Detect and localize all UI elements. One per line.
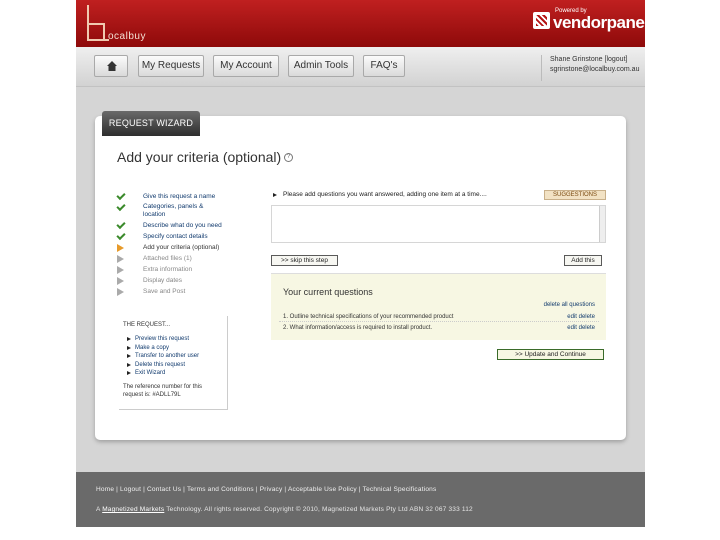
user-email: sgrinstone@localbuy.com.au [550,66,640,73]
reference-number: The reference number for this request is… [123,383,203,398]
footer-links[interactable]: Home | Logout | Contact Us | Terms and C… [96,486,436,493]
question-actions[interactable]: edit delete [567,323,595,333]
current-questions-title: Your current questions [283,287,373,297]
step-contact[interactable]: Specify contact details [115,230,227,241]
request-box: THE REQUEST... Preview this request Make… [119,316,228,410]
home-icon [107,61,117,71]
request-heading: THE REQUEST... [123,322,171,328]
logout-link[interactable]: [logout] [605,56,628,63]
footer: Home | Logout | Contact Us | Terms and C… [76,472,645,527]
check-icon [116,190,126,201]
nav-my-account[interactable]: My Account [213,55,279,77]
wizard-steps: Give this request a name Categories, pan… [115,190,227,298]
step-give-name[interactable]: Give this request a name [115,190,227,201]
localbuy-logo-icon[interactable] [87,5,109,41]
question-text: 1. Outline technical specifications of y… [283,314,454,320]
copy-link[interactable]: Make a copy [123,344,223,353]
step-extra-info[interactable]: Extra information [115,265,227,274]
step-criteria[interactable]: Add your criteria (optional) [115,243,227,252]
skip-step-button[interactable]: >> skip this step [271,255,338,266]
question-input[interactable] [271,205,606,243]
wizard-panel: REQUEST WIZARD Add your criteria (option… [95,111,626,440]
check-icon [116,201,126,212]
arrow-right-icon [117,266,124,274]
help-icon[interactable]: ? [284,153,293,162]
nav-admin-tools[interactable]: Admin Tools [288,55,354,77]
preview-link[interactable]: Preview this request [123,335,223,344]
question-actions[interactable]: edit delete [567,312,595,322]
arrow-right-icon [117,277,124,285]
question-row: 1. Outline technical specifications of y… [279,312,599,322]
step-save-post[interactable]: Save and Post [115,287,227,296]
step-attached-files[interactable]: Attached files (1) [115,254,227,263]
current-questions-panel: Your current questions delete all questi… [271,273,606,340]
check-icon [116,219,126,230]
delete-request-link[interactable]: Delete this request [123,361,223,370]
question-text: 2. What information/access is required t… [283,325,433,331]
header: ocalbuy Powered by vendorpanel [76,0,645,47]
magnetized-markets-link[interactable]: Magnetized Markets [102,506,164,513]
transfer-link[interactable]: Transfer to another user [123,352,223,361]
vendorpanel-mark-icon [533,12,550,29]
logo-text: ocalbuy [108,31,146,42]
arrow-right-icon [117,288,124,296]
suggestions-button[interactable]: SUGGESTIONS [544,190,606,200]
step-describe[interactable]: Describe what do you need [115,219,227,230]
nav-faqs[interactable]: FAQ's [363,55,405,77]
update-continue-button[interactable]: >> Update and Continue [497,349,604,360]
delete-all-link[interactable]: delete all questions [544,302,595,308]
user-name: Shane Grinstone [550,56,603,63]
step-display-dates[interactable]: Display dates [115,276,227,285]
arrow-right-icon [117,255,124,263]
brand-name: vendorpanel [553,13,645,32]
user-info: Shane Grinstone [logout] sgrinstone@loca… [541,55,645,81]
home-button[interactable] [94,55,128,77]
wizard-tab: REQUEST WIZARD [102,111,200,136]
bullet-arrow-icon [273,193,277,197]
footer-copyright: A Magnetized Markets Technology. All rig… [96,506,473,513]
vendorpanel-logo: Powered by vendorpanel [533,8,645,36]
check-icon [116,230,126,241]
page: ocalbuy Powered by vendorpanel My Reques… [76,0,645,527]
step-categories[interactable]: Categories, panels & location [115,201,227,219]
question-scrollbar[interactable] [599,206,605,242]
question-prompt-row: Please add questions you want answered, … [271,190,606,202]
add-question-button[interactable]: Add this [564,255,602,266]
page-title: Add your criteria (optional) [117,149,282,165]
main-nav: My Requests My Account Admin Tools FAQ's… [76,47,645,87]
nav-my-requests[interactable]: My Requests [138,55,204,77]
exit-wizard-link[interactable]: Exit Wizard [123,369,223,378]
question-prompt: Please add questions you want answered, … [283,191,487,198]
arrow-right-icon [117,244,124,252]
question-row: 2. What information/access is required t… [279,323,599,333]
